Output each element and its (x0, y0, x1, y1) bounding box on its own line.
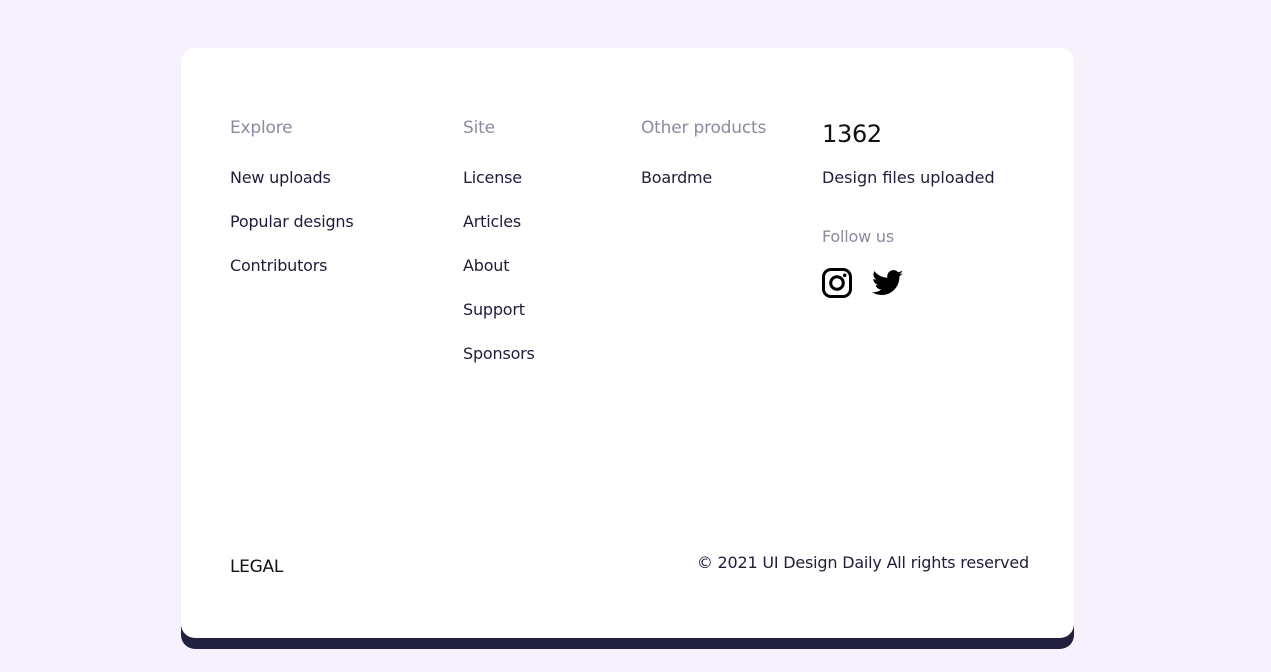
legal-link[interactable]: LEGAL (230, 557, 283, 577)
site-links: License Articles About Support Sponsors (463, 168, 535, 388)
uploaded-count: 1362 (822, 120, 882, 148)
link-license[interactable]: License (463, 169, 522, 187)
other-products-column: Other products Boardme (641, 116, 766, 212)
link-popular-designs[interactable]: Popular designs (230, 213, 354, 231)
twitter-link[interactable] (872, 270, 904, 296)
other-products-heading: Other products (641, 118, 767, 138)
explore-column: Explore New uploads Popular designs Cont… (230, 116, 354, 300)
copyright-text: © 2021 UI Design Daily All rights reserv… (696, 553, 1029, 572)
explore-links: New uploads Popular designs Contributors (230, 168, 354, 300)
stats-column: 1362 Design files uploaded Follow us (822, 120, 995, 298)
link-contributors[interactable]: Contributors (230, 257, 327, 275)
uploaded-count-label: Design files uploaded (822, 168, 995, 187)
link-new-uploads[interactable]: New uploads (230, 169, 331, 187)
footer-card: Explore New uploads Popular designs Cont… (181, 48, 1074, 638)
site-column: Site License Articles About Support Spon… (463, 116, 535, 388)
social-links (822, 268, 995, 298)
explore-heading: Explore (230, 118, 293, 138)
follow-us-heading: Follow us (822, 227, 894, 246)
link-articles[interactable]: Articles (463, 213, 521, 231)
link-support[interactable]: Support (463, 301, 525, 319)
instagram-icon (822, 268, 852, 302)
twitter-icon (872, 270, 904, 300)
site-heading: Site (463, 118, 495, 138)
link-about[interactable]: About (463, 257, 510, 275)
link-sponsors[interactable]: Sponsors (463, 345, 535, 363)
other-products-links: Boardme (641, 168, 766, 212)
instagram-link[interactable] (822, 268, 852, 298)
link-boardme[interactable]: Boardme (641, 169, 712, 187)
